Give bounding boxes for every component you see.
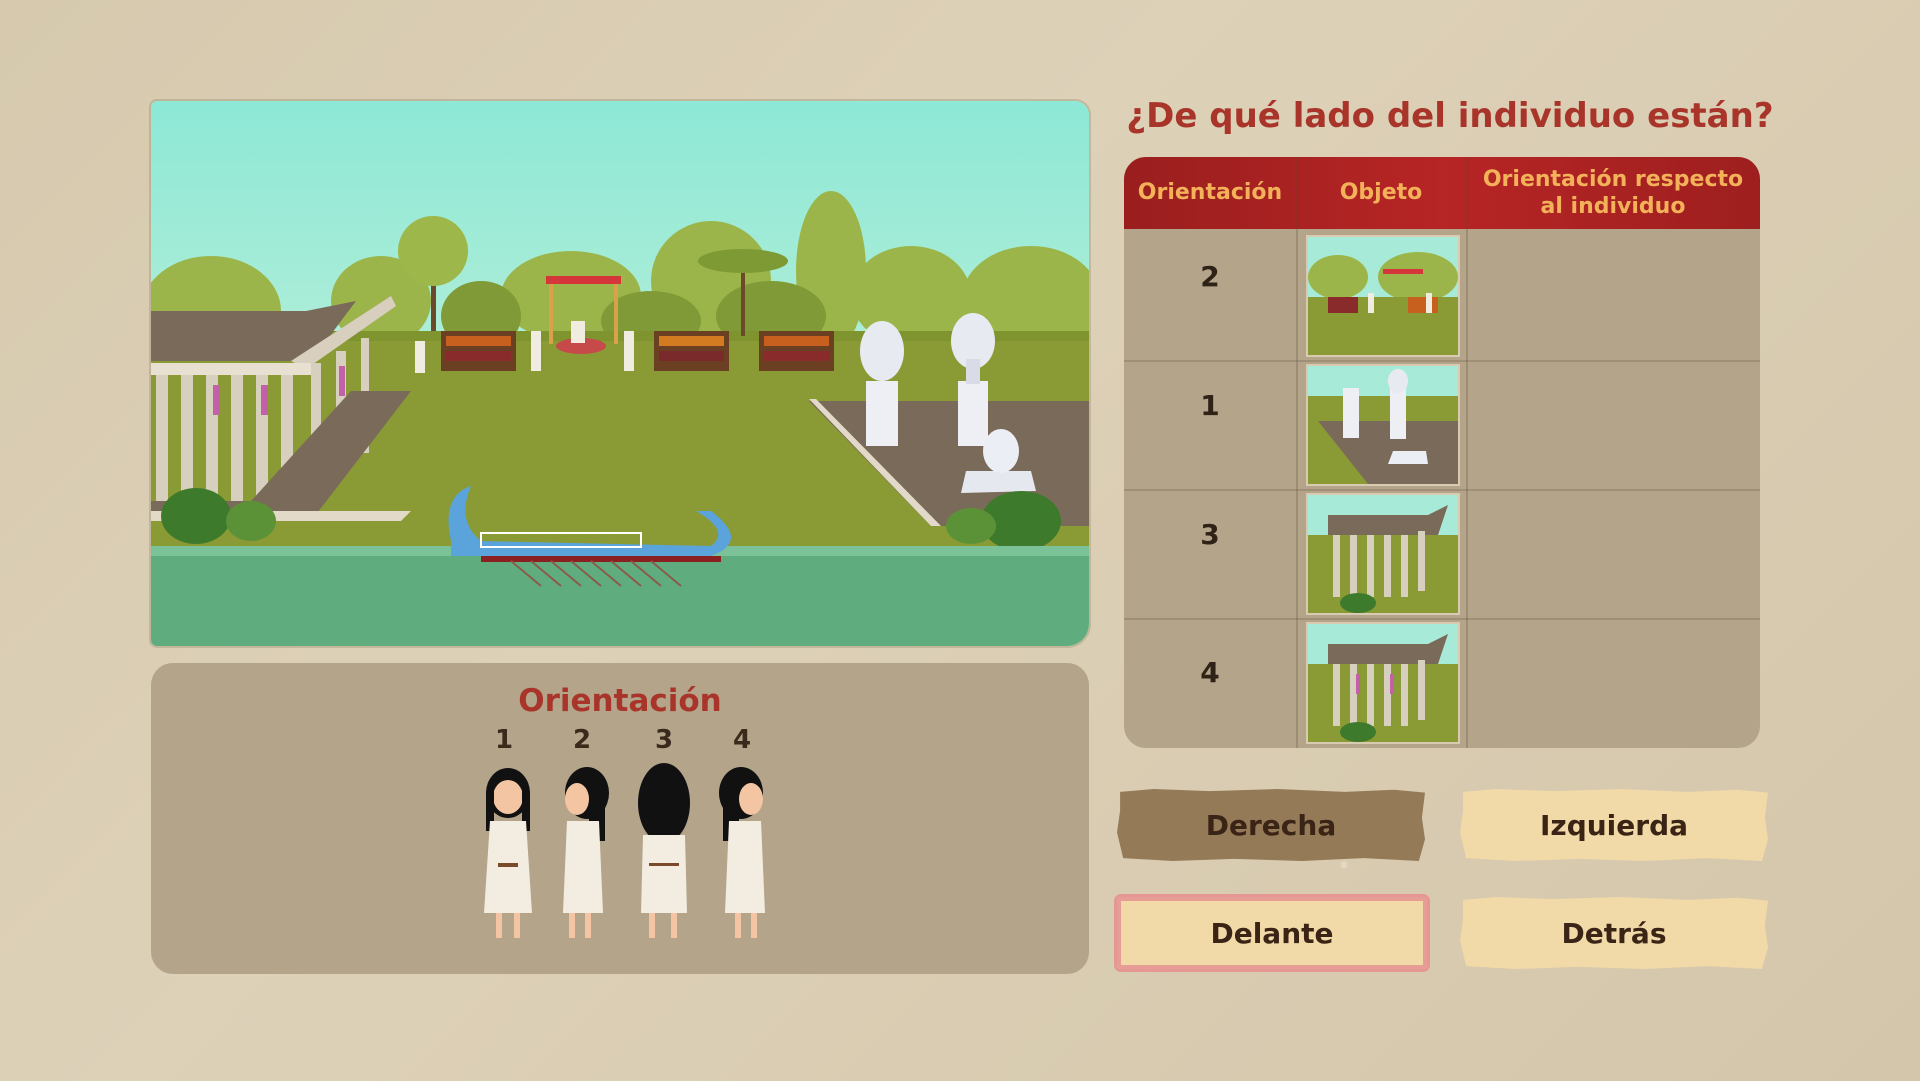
row-1-orientation: 2 — [1200, 260, 1220, 293]
column-divider — [1296, 157, 1298, 748]
header-orientation: Orientación — [1137, 180, 1283, 206]
row-4-answer-cell[interactable] — [1468, 620, 1760, 748]
row-4-object-thumbnail — [1306, 622, 1460, 744]
row-2-object-thumbnail — [1306, 364, 1460, 486]
orientation-panel: Orientación 1 2 3 4 — [151, 663, 1089, 974]
row-1-object-thumbnail — [1306, 235, 1460, 357]
figure-3-number: 3 — [654, 725, 674, 755]
figure-1-number: 1 — [494, 725, 514, 755]
orientation-title: Orientación — [518, 683, 722, 719]
row-4-orientation: 4 — [1200, 656, 1220, 689]
orientation-table: Orientación Objeto Orientación respecto … — [1124, 157, 1760, 748]
header-answer: Orientación respecto al individuo — [1482, 166, 1744, 220]
figure-2-side — [549, 763, 619, 943]
row-2-orientation: 1 — [1200, 389, 1220, 422]
row-2-answer-cell[interactable] — [1468, 362, 1760, 489]
row-3-orientation: 3 — [1200, 518, 1220, 551]
delante-button[interactable]: Delante — [1114, 894, 1430, 972]
figure-4-side — [709, 763, 779, 943]
figure-1-front — [476, 763, 546, 943]
izquierda-button[interactable]: Izquierda — [1460, 789, 1768, 861]
derecha-button[interactable]: Derecha — [1117, 789, 1425, 861]
row-3-answer-cell[interactable] — [1468, 491, 1760, 618]
figure-2-number: 2 — [572, 725, 592, 755]
row-1-answer-cell[interactable] — [1468, 229, 1760, 360]
figure-4-number: 4 — [732, 725, 752, 755]
question-title: ¿De qué lado del individuo están? — [1126, 96, 1774, 136]
row-3-object-thumbnail — [1306, 493, 1460, 615]
figure-3-back — [629, 763, 699, 943]
ancient-scene-illustration — [151, 101, 1089, 646]
header-object: Objeto — [1339, 180, 1423, 206]
detras-button[interactable]: Detrás — [1460, 897, 1768, 969]
